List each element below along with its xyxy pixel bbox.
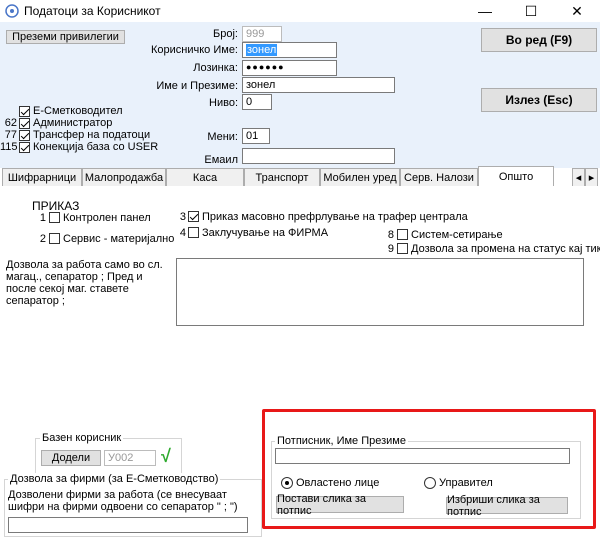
tab-service-orders[interactable]: Серв. Налози: [400, 168, 478, 186]
flag-number: 77: [4, 129, 17, 141]
tab-general[interactable]: Општо: [478, 166, 554, 186]
section-title: ПРИКАЗ: [32, 199, 80, 213]
flag-checkbox-e-accountant[interactable]: [19, 106, 30, 117]
flag-label: Трансфер на податоци: [33, 129, 151, 141]
radio-manager[interactable]: [424, 477, 436, 489]
menu-label: Мени:: [207, 131, 238, 143]
window-title: Податоци за Корисникот: [24, 4, 161, 18]
title-bar: Податоци за Корисникот — ☐ ✕: [0, 0, 600, 22]
option-checkbox-control-panel[interactable]: [49, 212, 60, 223]
level-label: Ниво:: [209, 97, 238, 109]
tab-mobile-device[interactable]: Мобилен уред: [320, 168, 400, 186]
option-label: Контролен панел: [63, 212, 151, 224]
menu-field[interactable]: 01: [242, 128, 270, 144]
option-checkbox-company-lock[interactable]: [188, 227, 199, 238]
option-checkbox-ticket-status[interactable]: [397, 243, 408, 254]
email-label: Емаил: [204, 154, 238, 166]
username-label: Корисничко Име:: [151, 44, 238, 56]
signature-title: Потписник, Име Презиме: [275, 435, 408, 447]
password-field[interactable]: ●●●●●●: [242, 60, 337, 76]
radio-manager-label: Управител: [439, 477, 493, 489]
radio-authorized-person[interactable]: [281, 477, 293, 489]
delete-signature-image-button[interactable]: Избриши слика за потпис: [446, 494, 568, 518]
tab-cash[interactable]: Каса: [166, 168, 244, 186]
option-number: 2: [39, 233, 46, 245]
minimize-button[interactable]: —: [462, 0, 508, 22]
signature-name-input[interactable]: [275, 448, 570, 464]
company-permission-title: Дозвола за фирми (за Е-Сметководство): [8, 473, 221, 485]
check-icon: √: [161, 446, 171, 466]
option-label: Заклучување на ФИРМА: [202, 227, 329, 239]
flag-checkbox-administrator[interactable]: [19, 118, 30, 129]
exit-button[interactable]: Излез (Esc): [481, 88, 597, 112]
set-signature-image-button[interactable]: Постави слика за потпис: [276, 493, 404, 517]
option-checkbox-mass-transfer[interactable]: [188, 211, 199, 222]
tab-scroll-right[interactable]: ▸: [585, 168, 598, 186]
option-checkbox-system-setup[interactable]: [397, 229, 408, 240]
app-icon: [5, 4, 19, 18]
maximize-button[interactable]: ☐: [508, 0, 554, 22]
option-label: Систем-сетирање: [411, 229, 503, 241]
email-field[interactable]: [242, 148, 395, 164]
flag-checkbox-db-connection[interactable]: [19, 142, 30, 153]
tab-retail[interactable]: Малопродажба: [82, 168, 166, 186]
password-label: Лозинка:: [193, 62, 238, 74]
radio-authorized-label: Овластено лице: [296, 477, 380, 489]
flag-label: Е-Сметководител: [33, 105, 123, 117]
option-checkbox-service-material[interactable]: [49, 233, 60, 244]
assign-button[interactable]: Додели: [41, 450, 101, 466]
warehouse-input[interactable]: [176, 258, 584, 326]
company-permission-note: Дозволени фирми за работа (се внесуваат …: [8, 489, 238, 513]
fullname-field[interactable]: зонел: [242, 77, 395, 93]
number-field[interactable]: 999: [242, 26, 282, 42]
option-label: Приказ масовно префрлување на трафер цен…: [202, 211, 468, 223]
get-privileges-button[interactable]: Преземи привилегии: [6, 30, 125, 44]
number-label: Број:: [213, 28, 238, 40]
tab-scroll-left[interactable]: ◂: [572, 168, 585, 186]
ok-button[interactable]: Во ред (F9): [481, 28, 597, 52]
username-field[interactable]: зонел: [242, 42, 337, 58]
tab-strip: Шифрарници Малопродажба Каса Транспорт М…: [0, 166, 600, 186]
flag-number: 62: [4, 117, 17, 129]
tab-codebooks[interactable]: Шифрарници: [2, 168, 82, 186]
base-user-title: Базен корисник: [40, 432, 124, 444]
flag-label: Администратор: [33, 117, 113, 129]
option-label: Сервис - материјално: [63, 233, 175, 245]
fullname-label: Име и Презиме:: [156, 80, 238, 92]
option-number: 1: [39, 212, 46, 224]
username-value: зонел: [246, 44, 278, 56]
base-user-field[interactable]: У002: [104, 450, 156, 466]
close-button[interactable]: ✕: [554, 0, 600, 22]
tab-transport[interactable]: Транспорт: [244, 168, 320, 186]
company-permission-input[interactable]: [8, 517, 248, 533]
option-number: 8: [387, 229, 394, 241]
option-number: 9: [387, 243, 394, 255]
flag-label: Конекција база со USER: [33, 141, 159, 153]
option-label: Дозвола за промена на статус кај тикет: [411, 243, 600, 255]
option-number: 4: [179, 227, 186, 239]
level-field[interactable]: 0: [242, 94, 272, 110]
flag-checkbox-data-transfer[interactable]: [19, 130, 30, 141]
warehouse-note: Дозвола за работа само во сл. магац., се…: [6, 259, 163, 307]
option-number: 3: [179, 211, 186, 223]
flag-number: 115: [0, 141, 18, 153]
